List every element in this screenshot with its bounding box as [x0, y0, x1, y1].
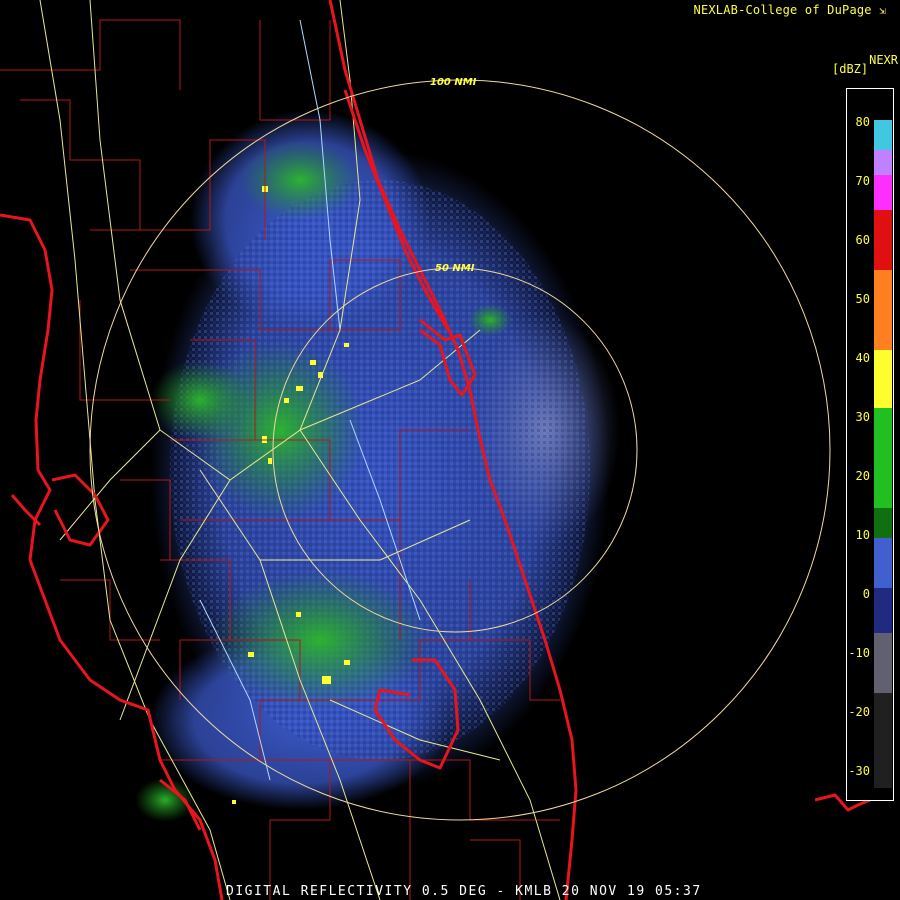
legend-tick: 50	[855, 292, 870, 306]
legend-band-navy	[874, 588, 892, 633]
legend-tick: -20	[848, 705, 870, 719]
product-caption: DIGITAL REFLECTIVITY 0.5 DEG - KMLB 20 N…	[226, 884, 702, 899]
legend-band-violet	[874, 150, 892, 175]
legend-band-red	[874, 210, 892, 270]
legend-tick: 0	[862, 587, 870, 601]
legend-band-blue	[874, 538, 892, 588]
legend-tick: -10	[848, 646, 870, 660]
radar-map: 100 NMI 50 NMI	[0, 0, 871, 900]
range-ring-label-50: 50 NMI	[435, 263, 475, 274]
range-ring-label-100: 100 NMI	[430, 77, 477, 88]
legend-band-yellow	[874, 350, 892, 408]
legend-band-gray	[874, 633, 892, 693]
diagonal-arrow-icon: ⇲	[879, 4, 886, 17]
legend-band-orange	[874, 270, 892, 350]
legend-band-green	[874, 408, 892, 508]
legend-tick: 20	[855, 469, 870, 483]
echo-green-coast	[468, 304, 512, 336]
legend-band-darkgreen	[874, 508, 892, 538]
legend-tick: 40	[855, 351, 870, 365]
legend-tick: -30	[848, 764, 870, 778]
legend-tick: 30	[855, 410, 870, 424]
legend-tick: 60	[855, 233, 870, 247]
legend-tick: 80	[855, 115, 870, 129]
color-legend	[846, 88, 894, 801]
echo-green-north	[240, 140, 360, 220]
legend-bands	[874, 120, 892, 788]
credit-label: NEXLAB-College of DuPage ⇲	[694, 3, 886, 17]
legend-band-cyan	[874, 120, 892, 150]
legend-band-magenta	[874, 175, 892, 210]
credit-text: NEXLAB-College of DuPage	[693, 3, 872, 17]
unit-label: [dBZ]	[832, 62, 869, 76]
legend-tick: 70	[855, 174, 870, 188]
legend-tick: 10	[855, 528, 870, 542]
legend-band-dark	[874, 693, 892, 788]
product-label: NEXR	[869, 53, 898, 67]
